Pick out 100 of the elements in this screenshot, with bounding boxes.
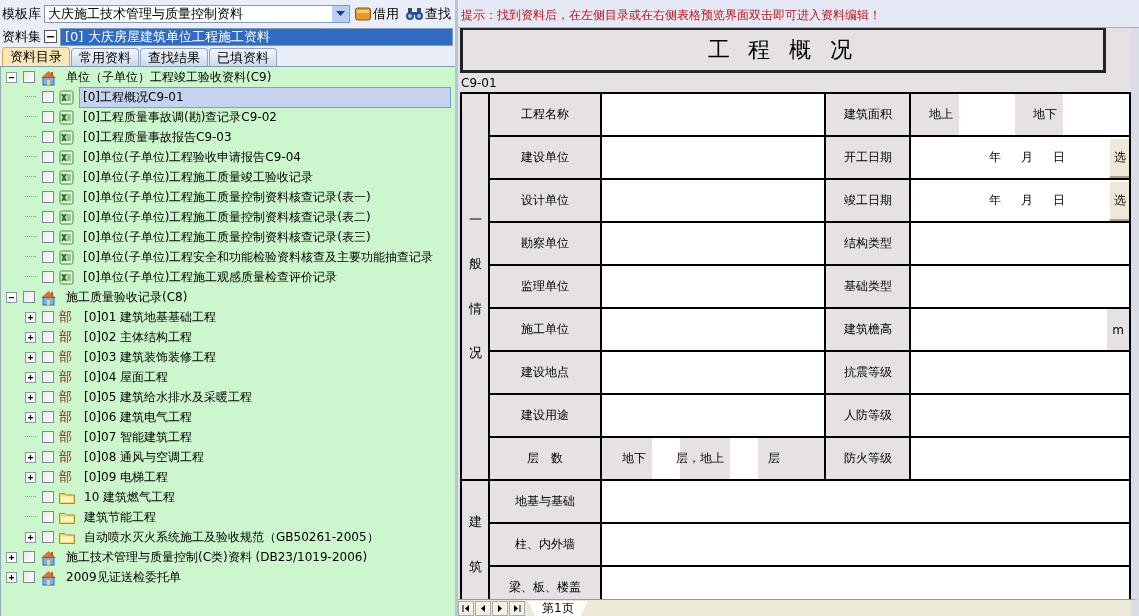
- input-field[interactable]: [911, 223, 1129, 264]
- tree-item[interactable]: [0]01 建筑地基基础工程: [80, 306, 221, 328]
- tree-item[interactable]: [0]单位(子单位)工程施工质量控制资料核查记录(表二): [79, 206, 375, 228]
- tree-item[interactable]: [0]08 通风与空调工程: [80, 446, 209, 468]
- checkbox[interactable]: [23, 551, 35, 563]
- input-field[interactable]: [602, 352, 824, 393]
- checkbox[interactable]: [42, 431, 54, 443]
- checkbox[interactable]: [42, 311, 54, 323]
- checkbox[interactable]: [42, 171, 54, 183]
- expand-icon[interactable]: [25, 471, 36, 483]
- input-field[interactable]: [602, 180, 824, 221]
- date-picker-button[interactable]: 选: [1109, 182, 1129, 221]
- checkbox[interactable]: [42, 471, 54, 483]
- collapse-button[interactable]: [44, 30, 57, 43]
- tree-item[interactable]: [0]单位(子单位)工程施工质量控制资料核查记录(表三): [79, 226, 375, 248]
- template-dropdown[interactable]: 大庆施工技术管理与质量控制资料: [44, 4, 350, 23]
- checkbox[interactable]: [42, 211, 54, 223]
- input-field[interactable]: [602, 567, 1129, 599]
- tree-item[interactable]: [0]工程质量事故调(勘)查记录C9-02: [79, 106, 281, 128]
- tree-item[interactable]: [0]单位(子单位)工程施工观感质量检查评价记录: [79, 266, 342, 288]
- tree-item[interactable]: [0]09 电梯工程: [80, 466, 173, 488]
- checkbox[interactable]: [42, 231, 54, 243]
- tree-item[interactable]: [0]05 建筑给水排水及采暖工程: [80, 386, 257, 408]
- tree-item[interactable]: 10 建筑燃气工程: [80, 486, 180, 508]
- checkbox[interactable]: [42, 511, 54, 523]
- checkbox[interactable]: [42, 331, 54, 343]
- input-field[interactable]: [911, 395, 1129, 436]
- dataset-field[interactable]: [0] 大庆房屋建筑单位工程施工资料: [60, 27, 453, 46]
- expand-icon[interactable]: [25, 391, 36, 403]
- tree-item[interactable]: [0]02 主体结构工程: [80, 326, 197, 348]
- input-field[interactable]: [602, 266, 824, 307]
- tree-item[interactable]: [0]单位(子单位)工程施工质量竣工验收记录: [79, 166, 318, 188]
- checkbox[interactable]: [42, 351, 54, 363]
- checkbox[interactable]: [42, 131, 54, 143]
- tree-item[interactable]: 单位（子单位）工程竣工验收资料(C9): [62, 67, 276, 88]
- checkbox[interactable]: [42, 411, 54, 423]
- checkbox[interactable]: [42, 151, 54, 163]
- checkbox[interactable]: [42, 531, 54, 543]
- checkbox[interactable]: [42, 191, 54, 203]
- input-field[interactable]: [602, 223, 824, 264]
- expand-icon[interactable]: [25, 531, 36, 543]
- field-label: 地下: [1015, 94, 1063, 135]
- expand-icon[interactable]: [25, 351, 36, 363]
- tree-item[interactable]: [0]单位(子单位)工程安全和功能检验资料核查及主要功能抽查记录: [79, 246, 438, 268]
- checkbox[interactable]: [42, 391, 54, 403]
- input-field[interactable]: [602, 481, 1129, 522]
- tab[interactable]: 常用资料: [71, 48, 139, 66]
- tree-item[interactable]: 施工质量验收记录(C8): [62, 286, 192, 308]
- first-page-button[interactable]: [458, 601, 474, 616]
- collapse-icon[interactable]: [6, 291, 17, 303]
- tree-item[interactable]: [0]单位(子单位)工程验收申请报告C9-04: [79, 146, 305, 168]
- date-picker-button[interactable]: 选: [1109, 139, 1129, 178]
- checkbox[interactable]: [42, 371, 54, 383]
- collapse-icon[interactable]: [6, 71, 17, 83]
- tree-item[interactable]: [0]工程概况C9-01: [79, 86, 451, 108]
- checkbox[interactable]: [42, 451, 54, 463]
- expand-icon[interactable]: [6, 551, 17, 563]
- input-field[interactable]: [602, 137, 824, 178]
- next-page-button[interactable]: [492, 601, 508, 616]
- tree-item[interactable]: [0]07 智能建筑工程: [80, 426, 197, 448]
- input-field[interactable]: [602, 395, 824, 436]
- input-field[interactable]: [602, 524, 1129, 565]
- input-field[interactable]: [602, 94, 824, 135]
- expand-icon[interactable]: [25, 371, 36, 383]
- expand-icon[interactable]: [25, 311, 36, 323]
- checkbox[interactable]: [42, 491, 54, 503]
- checkbox[interactable]: [23, 71, 35, 83]
- tree-item[interactable]: [0]单位(子单位)工程施工质量控制资料核查记录(表一): [79, 186, 375, 208]
- checkbox[interactable]: [23, 571, 35, 583]
- tab[interactable]: 已填资料: [209, 48, 277, 66]
- checkbox[interactable]: [42, 91, 54, 103]
- checkbox[interactable]: [42, 251, 54, 263]
- tree-item[interactable]: [0]03 建筑装饰装修工程: [80, 346, 221, 368]
- borrow-button[interactable]: 借用: [353, 4, 401, 23]
- previous-page-button[interactable]: [475, 601, 491, 616]
- field-label: 建设单位: [490, 137, 600, 178]
- expand-icon[interactable]: [25, 331, 36, 343]
- expand-icon[interactable]: [25, 411, 36, 423]
- checkbox[interactable]: [42, 111, 54, 123]
- input-field[interactable]: [911, 352, 1129, 393]
- field-label: 建设用途: [490, 395, 600, 436]
- tree-item[interactable]: 自动喷水灭火系统施工及验收规范（GB50261-2005）: [80, 526, 383, 548]
- tree-item[interactable]: 2009见证送检委托单: [62, 566, 185, 588]
- checkbox[interactable]: [23, 291, 35, 303]
- sheet-tab[interactable]: 第1页: [528, 601, 588, 616]
- tree-item[interactable]: [0]工程质量事故报告C9-03: [79, 126, 236, 148]
- expand-icon[interactable]: [25, 451, 36, 463]
- input-field[interactable]: [911, 438, 1129, 479]
- tree-item[interactable]: 施工技术管理与质量控制(C类)资料 (DB23/1019-2006): [62, 546, 372, 568]
- checkbox[interactable]: [42, 271, 54, 283]
- tree-item[interactable]: 建筑节能工程: [80, 506, 160, 528]
- expand-icon[interactable]: [6, 571, 17, 583]
- tree-item[interactable]: [0]04 屋面工程: [80, 366, 173, 388]
- input-field[interactable]: [911, 266, 1129, 307]
- search-button[interactable]: 查找: [404, 4, 453, 23]
- tab[interactable]: 查找结果: [140, 48, 208, 66]
- tree-item[interactable]: [0]06 建筑电气工程: [80, 406, 197, 428]
- last-page-button[interactable]: [509, 601, 525, 616]
- input-field[interactable]: [602, 309, 824, 350]
- tab[interactable]: 资料目录: [2, 47, 70, 66]
